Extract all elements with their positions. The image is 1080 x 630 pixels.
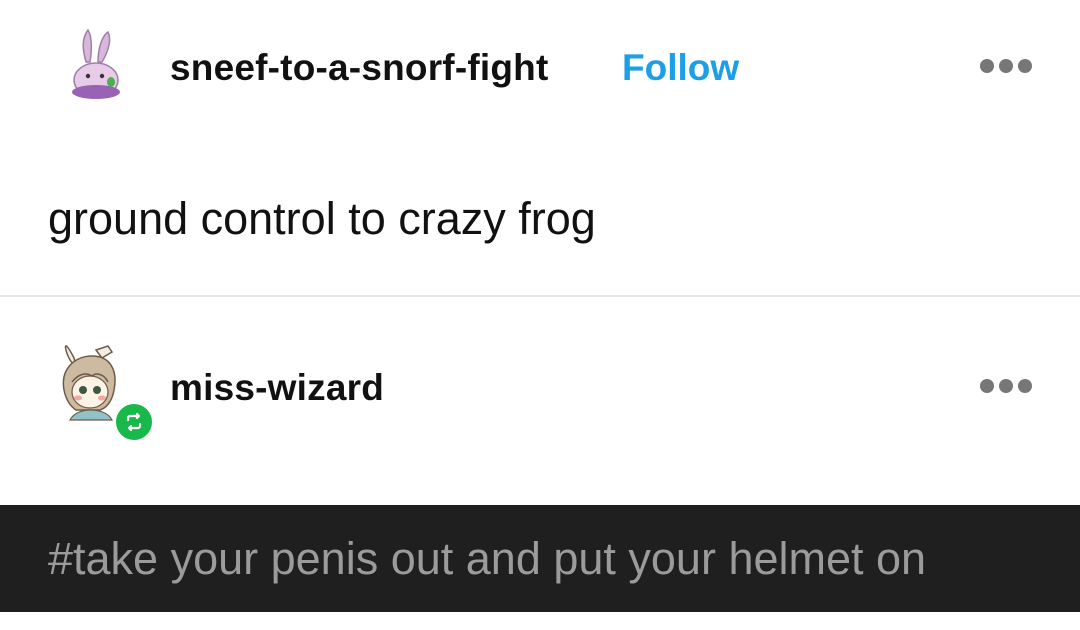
- post-tag[interactable]: #take your penis out and put your helmet…: [48, 533, 926, 585]
- goomy-avatar-icon[interactable]: [52, 20, 138, 106]
- more-dot: [1018, 59, 1032, 73]
- more-dot: [999, 379, 1013, 393]
- tumblr-post-screenshot: sneef-to-a-snorf-fight Follow ground con…: [0, 0, 1080, 630]
- more-options-icon[interactable]: [980, 376, 1032, 396]
- more-dot: [980, 379, 994, 393]
- tags-bar: #take your penis out and put your helmet…: [0, 505, 1080, 612]
- author-username[interactable]: sneef-to-a-snorf-fight: [170, 47, 548, 89]
- original-post-header: sneef-to-a-snorf-fight Follow: [0, 20, 1080, 120]
- reblog-author-username[interactable]: miss-wizard: [170, 367, 384, 409]
- more-options-icon[interactable]: [980, 56, 1032, 76]
- reblog-icon: [113, 401, 155, 443]
- follow-button[interactable]: Follow: [622, 47, 739, 89]
- more-dot: [999, 59, 1013, 73]
- divider: [0, 295, 1080, 297]
- more-dot: [1018, 379, 1032, 393]
- post-body-text: ground control to crazy frog: [48, 193, 596, 244]
- reblog-header: miss-wizard: [0, 340, 1080, 443]
- more-dot: [980, 59, 994, 73]
